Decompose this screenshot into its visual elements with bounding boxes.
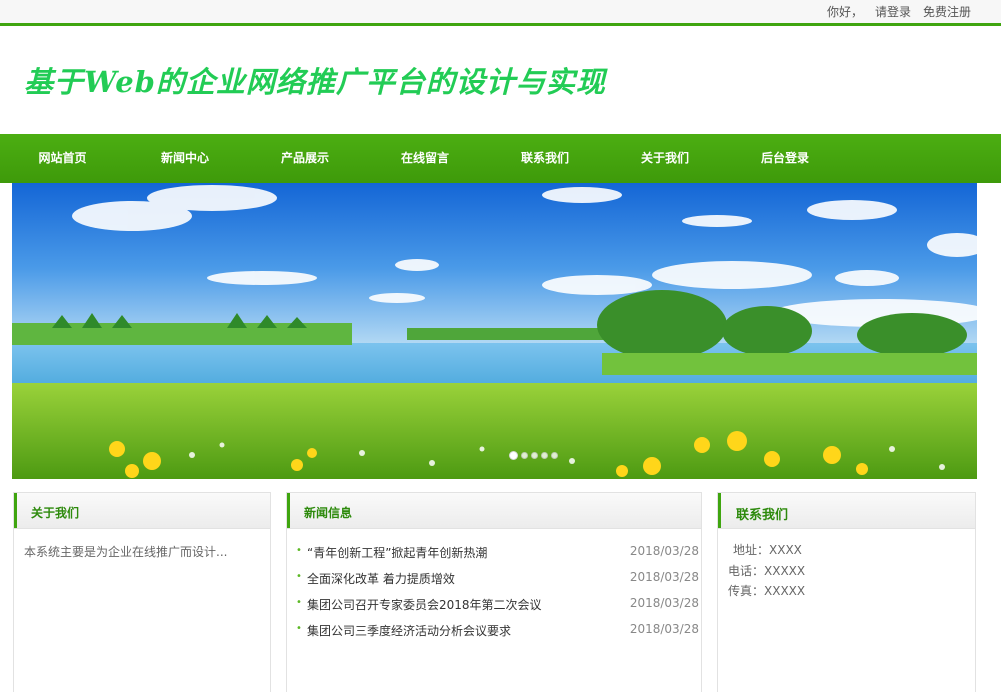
news-date: 2018/03/28 [629, 622, 699, 636]
slide-dot[interactable] [509, 451, 518, 460]
top-bar: 你好， 请登录 免费注册 [0, 0, 1001, 26]
contact-info: 地址：XXXX 电话：XXXXX 传真：XXXXX [728, 541, 805, 603]
news-title-link[interactable]: “青年创新工程”掀起青年创新热潮 [307, 544, 487, 561]
news-date: 2018/03/28 [629, 596, 699, 610]
nav-item-contact[interactable]: 联系我们 [485, 134, 605, 183]
register-link[interactable]: 免费注册 [923, 3, 971, 20]
slide-dot[interactable] [551, 452, 558, 459]
news-panel: 新闻信息 • “青年创新工程”掀起青年创新热潮 2018/03/28 • 全面深… [286, 492, 702, 692]
banner-image [12, 183, 977, 479]
news-heading: 新闻信息 [304, 506, 353, 520]
slide-dot[interactable] [541, 452, 548, 459]
news-title-link[interactable]: 集团公司三季度经济活动分析会议要求 [307, 622, 511, 639]
contact-address: 地址：XXXX [733, 543, 802, 557]
contact-heading: 联系我们 [736, 508, 789, 523]
top-links: 你好， 请登录 免费注册 [827, 3, 971, 20]
slideshow-pager [509, 451, 558, 460]
nav-item-home[interactable]: 网站首页 [0, 134, 125, 183]
site-header: 基于Web的企业网络推广平台的设计与实现 [0, 29, 1001, 134]
contact-panel: 联系我们 地址：XXXX 电话：XXXXX 传真：XXXXX [717, 492, 976, 692]
slide-dot[interactable] [531, 452, 538, 459]
nav-item-messages[interactable]: 在线留言 [365, 134, 485, 183]
about-panel-header: 关于我们 [14, 493, 270, 529]
site-title: 基于Web的企业网络推广平台的设计与实现 [24, 65, 606, 99]
news-item: • “青年创新工程”掀起青年创新热潮 2018/03/28 [296, 544, 700, 570]
news-list: • “青年创新工程”掀起青年创新热潮 2018/03/28 • 全面深化改革 着… [296, 544, 700, 648]
nav-item-admin-login[interactable]: 后台登录 [725, 134, 845, 183]
news-title-link[interactable]: 集团公司召开专家委员会2018年第二次会议 [307, 596, 542, 613]
nav-item-about[interactable]: 关于我们 [605, 134, 725, 183]
news-item: • 集团公司三季度经济活动分析会议要求 2018/03/28 [296, 622, 700, 648]
news-title-link[interactable]: 全面深化改革 着力提质增效 [307, 570, 455, 587]
bullet-icon: • [296, 597, 302, 608]
about-text: 本系统主要是为企业在线推广而设计... [24, 545, 228, 559]
nav-item-news[interactable]: 新闻中心 [125, 134, 245, 183]
bullet-icon: • [296, 623, 302, 634]
news-date: 2018/03/28 [629, 544, 699, 558]
bullet-icon: • [296, 571, 302, 582]
nav-item-products[interactable]: 产品展示 [245, 134, 365, 183]
news-date: 2018/03/28 [629, 570, 699, 584]
contact-panel-header: 联系我们 [718, 493, 975, 529]
greeting-text: 你好， [826, 5, 863, 19]
banner-slideshow[interactable] [12, 183, 977, 479]
bullet-icon: • [296, 545, 302, 556]
news-panel-header: 新闻信息 [287, 493, 701, 529]
about-heading: 关于我们 [31, 506, 80, 520]
contact-phone: 电话：XXXXX [728, 563, 806, 578]
slide-dot[interactable] [521, 452, 528, 459]
about-panel: 关于我们 本系统主要是为企业在线推广而设计... [13, 492, 271, 692]
main-nav: 网站首页 新闻中心 产品展示 在线留言 联系我们 关于我们 后台登录 [0, 134, 1001, 183]
news-item: • 集团公司召开专家委员会2018年第二次会议 2018/03/28 [296, 596, 700, 622]
contact-fax: 传真：XXXXX [728, 584, 806, 598]
login-link[interactable]: 请登录 [875, 3, 911, 20]
news-item: • 全面深化改革 着力提质增效 2018/03/28 [296, 570, 700, 596]
